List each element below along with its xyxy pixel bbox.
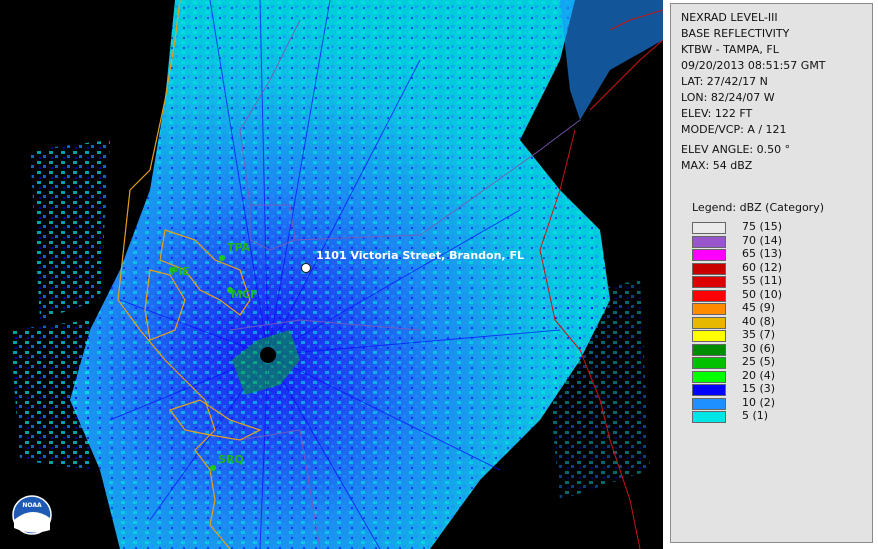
product-name: NEXRAD LEVEL-III (681, 11, 778, 24)
legend-swatch (692, 249, 726, 261)
location-marker[interactable] (301, 263, 311, 273)
legend-label: 55 (11) (742, 274, 783, 287)
tpa-dot (219, 255, 225, 261)
legend-swatch (692, 303, 726, 315)
city-label-pie: PIE (170, 265, 190, 278)
echo-scatter-w (30, 140, 110, 320)
legend-swatch (692, 276, 726, 288)
legend-swatch (692, 235, 726, 248)
legend-swatch (692, 384, 726, 396)
legend-swatch (692, 343, 726, 356)
legend-swatch (692, 316, 726, 329)
legend-label: 65 (13) (742, 247, 783, 260)
legend-label: 25 (5) (742, 355, 776, 368)
elevation: ELEV: 122 FT (681, 107, 753, 120)
station: KTBW - TAMPA, FL (681, 43, 779, 56)
legend-swatch (692, 411, 726, 423)
city-label-tpa: TPA (227, 241, 251, 254)
legend-label: 10 (2) (742, 395, 776, 409)
legend-swatch (692, 397, 726, 410)
legend-label: 60 (12) (742, 260, 783, 274)
radar-map[interactable]: 1101 Victoria Street, Brandon, FL TPA PI… (0, 0, 663, 549)
latitude: LAT: 27/42/17 N (681, 75, 768, 88)
longitude: LON: 82/24/07 W (681, 91, 775, 104)
legend-swatch (692, 370, 726, 383)
legend-label: 5 (1) (742, 409, 769, 422)
legend-label: 30 (6) (742, 341, 776, 355)
svg-text:NOAA: NOAA (22, 502, 42, 509)
city-label-srq: SRQ (218, 453, 244, 466)
legend-label: 20 (4) (742, 368, 776, 382)
max-dbz: MAX: 54 dBZ (681, 159, 753, 172)
city-label-mcf: MCF (231, 288, 258, 301)
legend-title: Legend: dBZ (Category) (692, 201, 824, 214)
legend-label: 45 (9) (742, 301, 776, 314)
legend-swatch (692, 222, 726, 234)
radar-site (260, 347, 276, 363)
legend-label: 15 (3) (742, 382, 776, 395)
timestamp: 09/20/2013 08:51:57 GMT (681, 59, 826, 72)
info-panel: NEXRAD LEVEL-III BASE REFLECTIVITY KTBW … (670, 3, 873, 543)
legend-label: 75 (15) (742, 220, 783, 233)
elev-angle: ELEV ANGLE: 0.50 ° (681, 143, 791, 156)
location-label: 1101 Victoria Street, Brandon, FL (316, 249, 524, 262)
legend-swatch (692, 330, 726, 342)
legend-label: 50 (10) (742, 287, 783, 301)
legend-label: 40 (8) (742, 314, 776, 328)
product-type: BASE REFLECTIVITY (681, 27, 790, 40)
mode-vcp: MODE/VCP: A / 121 (681, 123, 787, 136)
legend-label: 35 (7) (742, 328, 776, 341)
legend-swatch (692, 289, 726, 302)
srq-dot (210, 465, 216, 471)
legend-swatch (692, 262, 726, 275)
legend-swatch (692, 357, 726, 369)
radar-canvas: 1101 Victoria Street, Brandon, FL TPA PI… (0, 0, 663, 549)
noaa-logo: NOAA (12, 495, 52, 535)
legend-label: 70 (14) (742, 233, 783, 247)
